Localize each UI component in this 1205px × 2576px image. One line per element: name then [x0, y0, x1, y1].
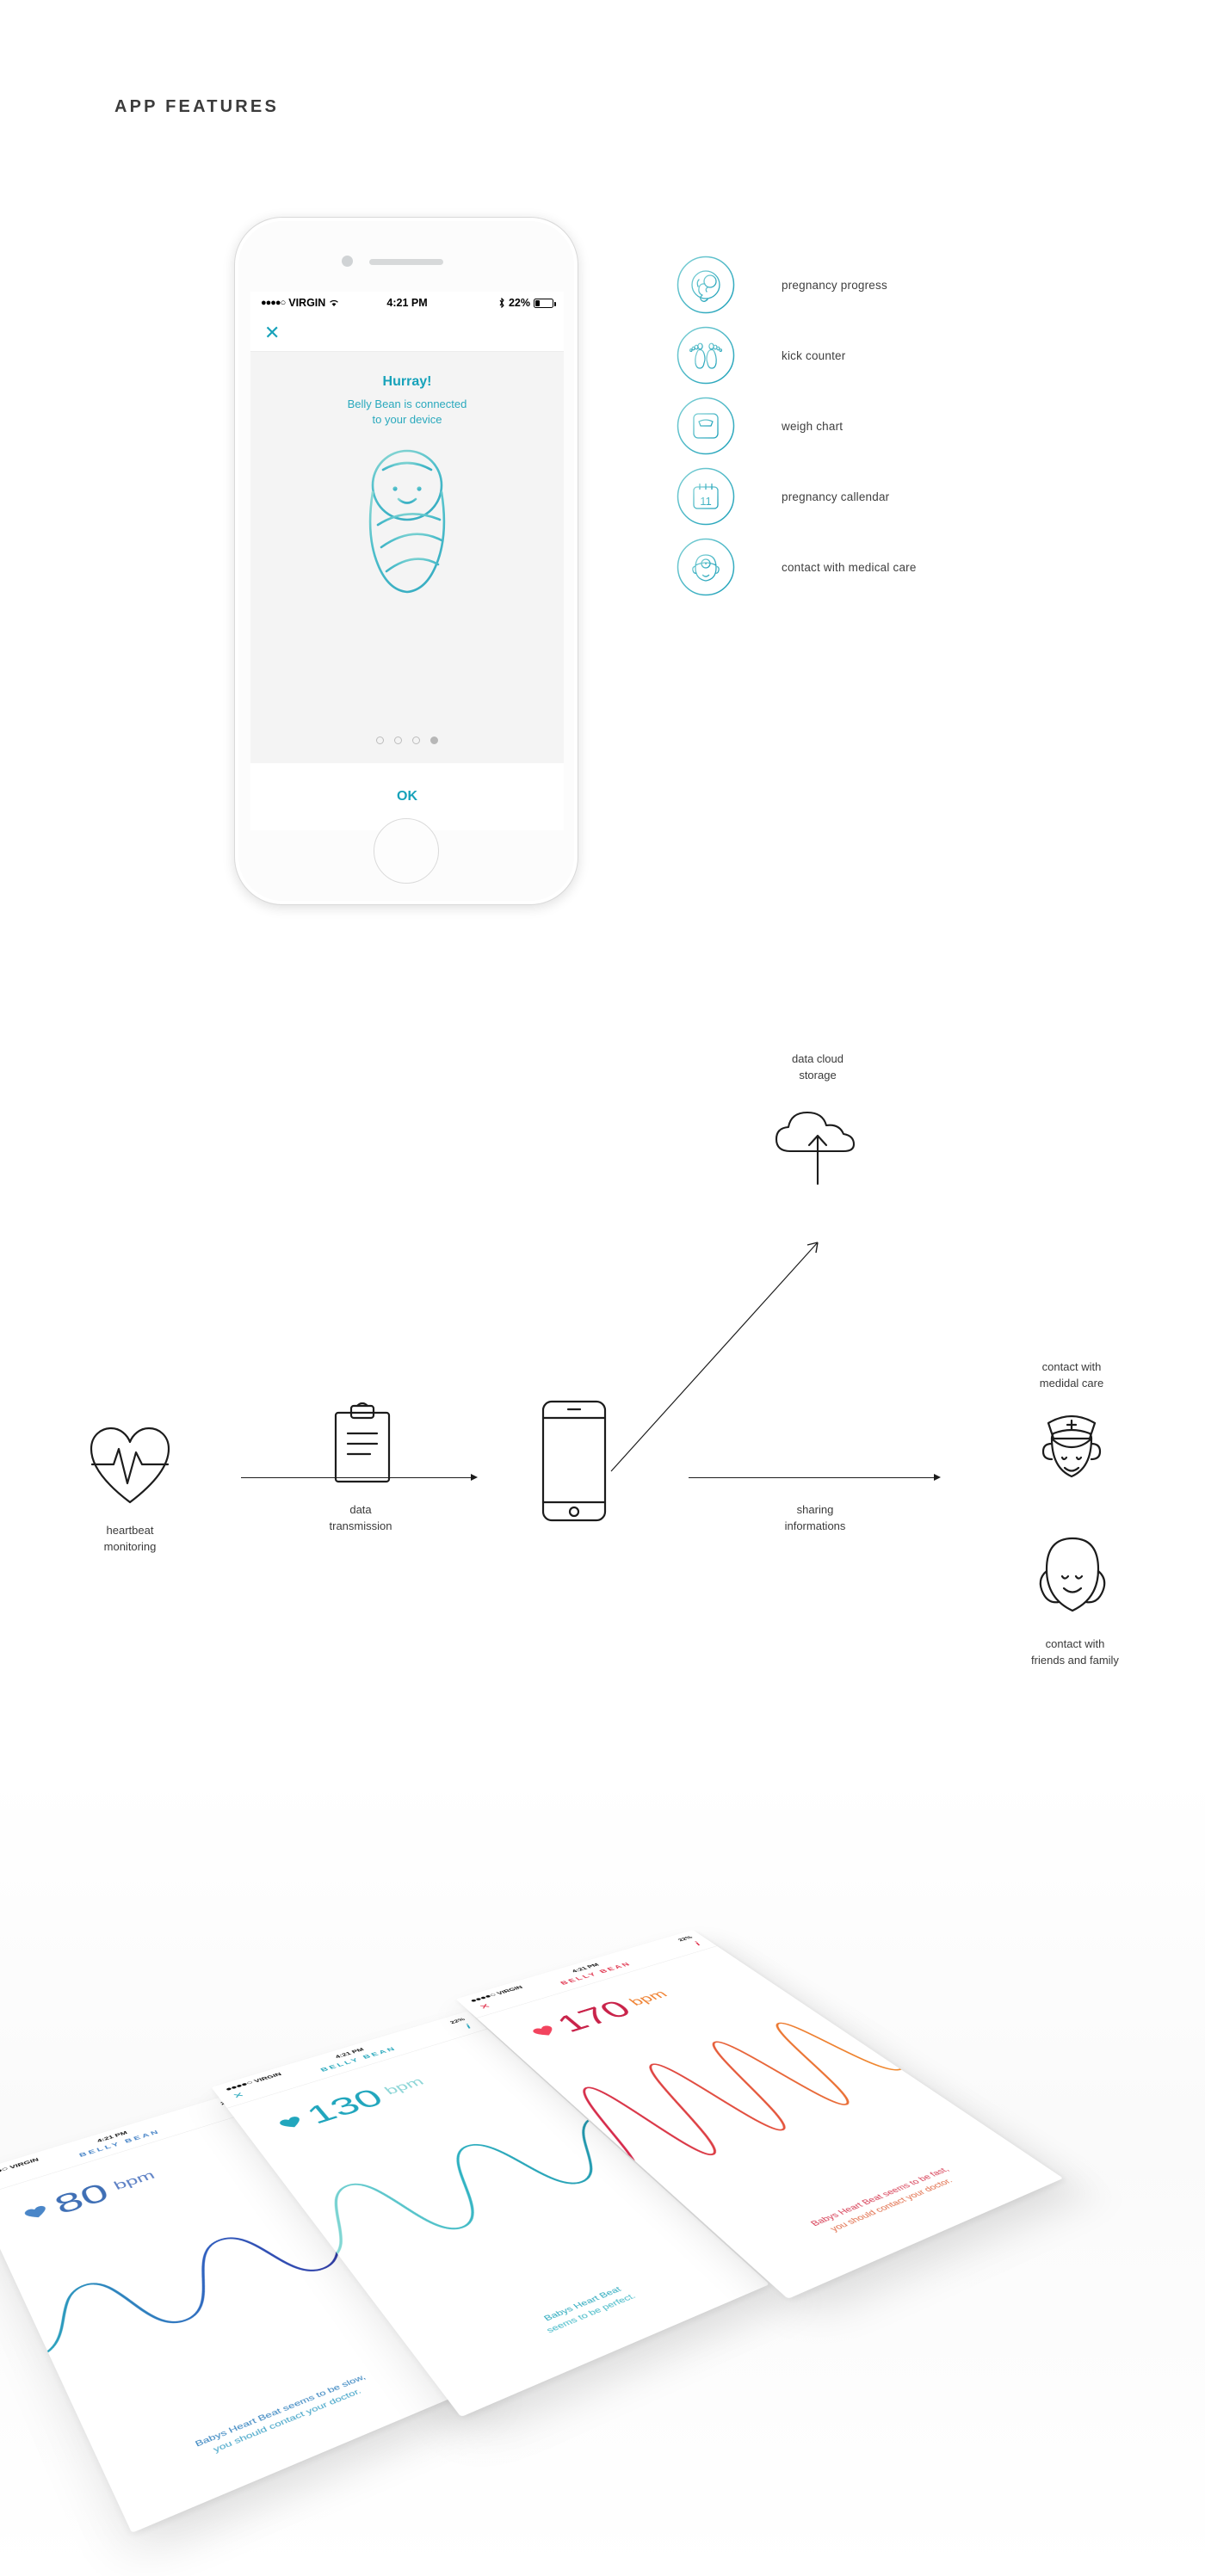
data-flow-diagram: data cloud storage heartbeat monitoring … [0, 1024, 1205, 1667]
home-button[interactable] [374, 818, 439, 884]
screen-navbar: ✕ [250, 314, 564, 352]
feature-icon-circle [677, 256, 735, 314]
heart-icon [278, 2115, 305, 2130]
nurse-label: contact with medidal care [1039, 1360, 1104, 1390]
info-icon[interactable]: i [692, 1940, 703, 1947]
heart-icon [531, 2024, 558, 2038]
bpm-value: 170 [548, 1995, 640, 2037]
baby-feet-icon [677, 326, 735, 385]
close-icon[interactable]: ✕ [264, 323, 280, 342]
woman-face-icon [1039, 1537, 1106, 1612]
fetus-icon [677, 256, 735, 314]
battery-percent-label: 22% [508, 297, 530, 309]
status-bar: ●●●●○ VIRGIN 4:21 PM 22% [250, 292, 564, 314]
carrier-label: VIRGIN [288, 297, 326, 309]
bpm-unit: bpm [626, 1988, 671, 2008]
page-dot[interactable] [412, 736, 420, 744]
arrow-data-transmission-label: data transmission [329, 1503, 392, 1532]
nurse-face-icon [1041, 1414, 1102, 1478]
ok-button-label: OK [397, 789, 417, 804]
arrow-data-transmission-head [471, 1474, 478, 1481]
arrow-sharing-line [689, 1477, 935, 1478]
feature-icon-circle [677, 326, 735, 385]
feature-item-weigh-chart[interactable]: weigh chart [677, 391, 917, 461]
swaddled-baby-icon [368, 449, 446, 594]
bpm-unit: bpm [381, 2075, 428, 2098]
feature-icon-circle [677, 397, 735, 455]
page-dot[interactable] [394, 736, 402, 744]
smartphone-icon [541, 1400, 607, 1522]
phone-screen: ●●●●○ VIRGIN 4:21 PM 22% ✕ Hurray! Belly… [250, 292, 564, 830]
earpiece-speaker [369, 259, 443, 265]
bpm-status-message: Babys Heart Beat seems to be perfect. [541, 2284, 639, 2335]
feature-label: contact with medical care [782, 560, 917, 574]
feature-label: kick counter [782, 348, 846, 362]
page-title: APP FEATURES [114, 97, 280, 116]
pagination-dots[interactable] [376, 736, 438, 744]
heart-pulse-icon [90, 1427, 170, 1504]
bpm-value: 130 [300, 2083, 391, 2129]
feature-icon-circle: 11 [677, 467, 735, 526]
calendar-icon: 11 [677, 467, 735, 526]
bpm-unit: bpm [111, 2168, 158, 2193]
feature-item-pregnancy-calendar[interactable]: 11 pregnancy callendar [677, 461, 917, 532]
heart-icon [23, 2204, 49, 2221]
page-dot[interactable] [376, 736, 384, 744]
page-dot-active[interactable] [430, 736, 438, 744]
front-camera-icon [342, 256, 353, 267]
phone-device-mockup: ●●●●○ VIRGIN 4:21 PM 22% ✕ Hurray! Belly… [234, 217, 578, 905]
arrow-data-transmission-line [241, 1477, 472, 1478]
info-icon[interactable]: i [463, 2023, 473, 2030]
feature-label: pregnancy callendar [782, 490, 890, 503]
feature-item-kick-counter[interactable]: kick counter [677, 320, 917, 391]
feature-list: pregnancy progress kick counter weigh ch… [677, 250, 917, 602]
success-subtitle-line1: Belly Bean is connected [347, 397, 467, 410]
feature-label: weigh chart [782, 419, 844, 433]
clock-label: 4:21 PM [386, 297, 428, 309]
heartbeat-label: heartbeat monitoring [103, 1524, 157, 1553]
bpm-status-message: Babys Heart Beat seems to be fast, you s… [808, 2165, 955, 2234]
feature-icon-circle [677, 538, 735, 596]
cloud-upload-icon [775, 1111, 856, 1186]
close-icon[interactable]: ✕ [231, 2091, 246, 2101]
arrow-to-cloud [610, 1242, 819, 1472]
feature-label: pregnancy progress [782, 278, 887, 292]
bpm-screens-showcase: ●●●●○ VIRGIN 4:21 PM 22% ✕ BELLY BEAN i … [0, 1772, 1205, 2576]
bpm-value: 80 [49, 2177, 114, 2220]
arrow-sharing-label: sharing informations [784, 1503, 846, 1532]
screen-content: Hurray! Belly Bean is connected to your … [250, 352, 564, 763]
cloud-label: data cloud storage [792, 1052, 844, 1082]
friend-label: contact with friends and family [1031, 1637, 1119, 1667]
success-heading: Hurray! [382, 374, 432, 389]
feature-item-pregnancy-progress[interactable]: pregnancy progress [677, 250, 917, 320]
wifi-icon [330, 299, 339, 306]
close-icon[interactable]: ✕ [477, 2002, 493, 2012]
success-subtitle-line2: to your device [372, 412, 442, 426]
scale-icon [677, 397, 735, 455]
signal-dots-icon: ●●●●○ [261, 298, 286, 308]
calendar-day-label: 11 [700, 495, 712, 508]
arrow-sharing-head [934, 1474, 941, 1481]
battery-icon [534, 298, 556, 308]
feature-item-contact-medical-care[interactable]: contact with medical care [677, 532, 917, 602]
bluetooth-icon [499, 298, 504, 308]
doctor-face-icon [677, 538, 735, 596]
